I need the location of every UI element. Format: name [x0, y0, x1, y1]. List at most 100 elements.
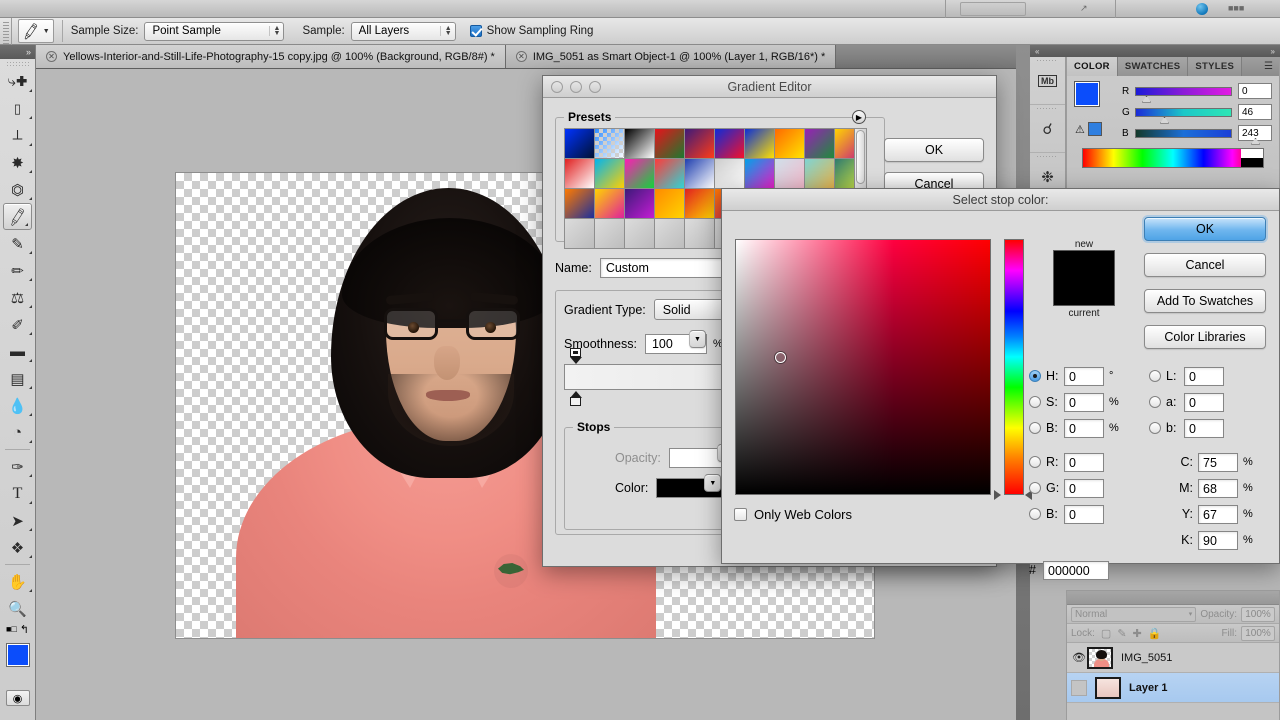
gradient-editor-titlebar[interactable]: Gradient Editor [543, 76, 996, 98]
cmyk-row-c[interactable]: C: 75 % [1171, 451, 1269, 473]
rgb-row-b[interactable]: B: 0 [1029, 503, 1149, 525]
panel-menu-icon[interactable]: ☰ [1258, 57, 1279, 76]
stop-color-titlebar[interactable]: Select stop color: [722, 189, 1279, 211]
gradient-preset-swatch[interactable] [655, 189, 684, 218]
rgb-row-g[interactable]: G: 0 [1029, 477, 1149, 499]
gradient-preset-swatch[interactable] [715, 159, 744, 188]
lab-row-l[interactable]: L: 0 [1149, 365, 1269, 387]
tool-eyedropper[interactable]: 🖍 [3, 203, 32, 230]
tool-gradient[interactable]: ▤ [0, 365, 35, 392]
gradient-preset-swatch[interactable] [655, 159, 684, 188]
tool-marquee[interactable]: ▯ [0, 95, 35, 122]
hue-slider-arrow-left-icon[interactable] [994, 490, 1001, 500]
gradient-preset-swatch[interactable] [565, 189, 594, 218]
window-controls[interactable] [551, 81, 601, 93]
input-a[interactable]: 0 [1184, 392, 1224, 412]
tool-brush[interactable]: ✏ [0, 257, 35, 284]
chevron-down-icon[interactable]: ▼ [688, 330, 706, 348]
tool-healing-brush[interactable]: ✎ [0, 230, 35, 257]
gradient-preset-swatch[interactable] [775, 129, 804, 158]
quick-mask-button[interactable]: ◉ [5, 690, 30, 706]
smoothness-input[interactable]: 100 ▼ [644, 330, 707, 354]
gradient-preset-swatch[interactable] [715, 129, 744, 158]
input-s[interactable]: 0 [1064, 392, 1104, 412]
color-picker-marker[interactable] [775, 352, 786, 363]
radio-h[interactable] [1029, 370, 1041, 382]
input-y[interactable]: 67 [1198, 504, 1238, 524]
tools-drag-handle[interactable] [0, 59, 35, 68]
gradient-preset-swatch[interactable] [595, 159, 624, 188]
gradient-preset-swatch[interactable] [685, 129, 714, 158]
tab-color[interactable]: COLOR [1067, 57, 1118, 76]
radio-b-lab[interactable] [1149, 422, 1161, 434]
select-stop-color-dialog[interactable]: Select stop color: new current OK Cancel… [721, 188, 1280, 580]
tool-history-brush[interactable]: ✐ [0, 311, 35, 338]
tool-lasso[interactable]: ⟂ [0, 122, 35, 149]
only-web-colors-checkbox[interactable] [734, 508, 747, 521]
input-g[interactable]: 0 [1064, 478, 1104, 498]
gradient-preset-swatch[interactable] [805, 129, 834, 158]
slider-track-b[interactable] [1135, 128, 1260, 145]
tab-styles[interactable]: STYLES [1188, 57, 1243, 76]
gamut-warning[interactable]: ⚠ [1075, 122, 1102, 136]
radio-a[interactable] [1149, 396, 1161, 408]
lock-all-icon[interactable]: 🔒 [1148, 627, 1162, 640]
swap-colors-icon[interactable]: ↰ [20, 623, 29, 636]
options-bar-grip[interactable] [0, 17, 12, 45]
stop-color-ok-button[interactable]: OK [1144, 217, 1266, 241]
tool-blur[interactable]: 💧 [0, 392, 35, 419]
tools-collapse-button[interactable]: » [0, 45, 35, 59]
zoom-window-button[interactable] [589, 81, 601, 93]
document-tab-1[interactable]: ✕ Yellows-Interior-and-Still-Life-Photog… [36, 45, 506, 68]
cmyk-row-y[interactable]: Y: 67 % [1171, 503, 1269, 525]
saturation-value-field[interactable] [735, 239, 991, 495]
opacity-stop-handle[interactable] [569, 348, 582, 364]
hex-input[interactable]: 000000 [1043, 560, 1109, 580]
gradient-preset-swatch[interactable] [565, 219, 594, 248]
history-icon[interactable]: ☌ [1030, 105, 1065, 153]
blend-mode-select[interactable]: Normal ▾ [1071, 606, 1197, 622]
gradient-preset-swatch[interactable] [685, 219, 714, 248]
gradient-preset-swatch[interactable] [775, 159, 804, 188]
color-stop-handle[interactable] [569, 391, 582, 406]
input-b-brightness[interactable]: 0 [1064, 418, 1104, 438]
stop-color-swatch[interactable]: ▼ [656, 474, 723, 498]
gradient-preset-swatch[interactable] [745, 129, 774, 158]
input-b-lab[interactable]: 0 [1184, 418, 1224, 438]
stop-color-cancel-button[interactable]: Cancel [1144, 253, 1266, 277]
gradient-preset-swatch[interactable] [625, 189, 654, 218]
tool-hand[interactable]: ✋ [0, 568, 35, 595]
gradient-editor-ok-button[interactable]: OK [884, 138, 984, 162]
gradient-preset-swatch[interactable] [655, 129, 684, 158]
add-to-swatches-button[interactable]: Add To Swatches [1144, 289, 1266, 313]
layer-visibility-toggle-off[interactable] [1071, 679, 1087, 696]
foreground-color-swatch[interactable] [6, 643, 30, 667]
gradient-preset-swatch[interactable] [565, 129, 594, 158]
slider-row-r[interactable]: R 0 [1122, 82, 1272, 103]
only-web-colors-row[interactable]: Only Web Colors [734, 507, 852, 522]
radio-l[interactable] [1149, 370, 1161, 382]
radio-s[interactable] [1029, 396, 1041, 408]
close-icon[interactable]: ✕ [46, 51, 57, 62]
show-sampling-ring-row[interactable]: Show Sampling Ring [469, 25, 593, 37]
minimize-window-button[interactable] [570, 81, 582, 93]
slider-value-g[interactable]: 46 [1238, 104, 1272, 120]
layer-row-layer1[interactable]: Layer 1 [1067, 673, 1279, 703]
document-tab-2[interactable]: ✕ IMG_5051 as Smart Object-1 @ 100% (Lay… [505, 45, 837, 68]
gradient-preset-swatch[interactable] [685, 159, 714, 188]
color-spectrum-ramp[interactable] [1082, 148, 1264, 168]
gradient-preset-swatch[interactable] [685, 189, 714, 218]
tool-move[interactable]: ⤷✚ [0, 68, 35, 95]
tool-magic-wand[interactable]: ✸ [0, 149, 35, 176]
hsb-row-b[interactable]: B: 0 % [1029, 417, 1149, 439]
mini-bridge-icon[interactable]: Mb [1030, 57, 1065, 105]
slider-row-g[interactable]: G 46 [1122, 103, 1272, 124]
color-swatches[interactable] [0, 640, 41, 686]
opacity-value[interactable]: 100% [1241, 606, 1275, 622]
hsb-row-h[interactable]: H: 0 ° [1029, 365, 1149, 387]
dock-collapse-icon[interactable]: « [1035, 47, 1039, 56]
color-libraries-button[interactable]: Color Libraries [1144, 325, 1266, 349]
sample-size-select[interactable]: Point Sample ▲ ▼ [144, 21, 285, 41]
input-h[interactable]: 0 [1064, 366, 1104, 386]
layers-panel-tabs[interactable] [1067, 591, 1279, 605]
